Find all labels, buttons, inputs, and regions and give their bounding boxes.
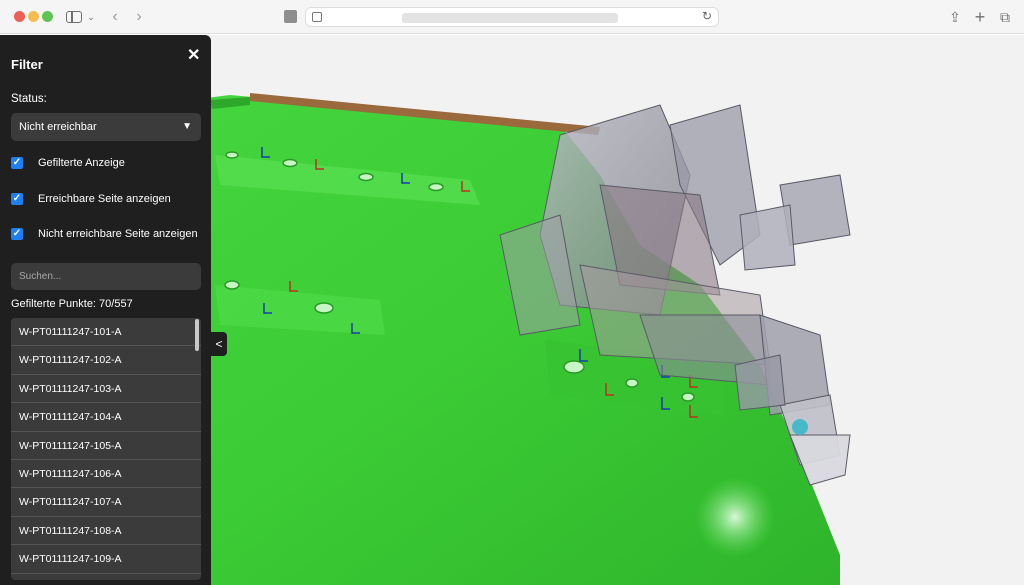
list-item[interactable]: W-PT01111247-108-A [11, 517, 201, 546]
reader-mode-icon[interactable] [284, 10, 297, 23]
checkbox-label: Gefilterte Anzeige [38, 157, 125, 169]
share-icon[interactable]: ⇪ [948, 8, 962, 26]
new-tab-icon[interactable]: + [973, 8, 987, 26]
list-item[interactable]: W-PT01111247-107-A [11, 488, 201, 517]
checkbox-checked-icon[interactable]: ✓ [11, 228, 23, 240]
chevron-down-icon[interactable]: ⌄ [86, 8, 96, 26]
dropdown-arrow-icon: ▼ [182, 121, 192, 132]
list-item[interactable]: W-PT01111247-109-A [11, 545, 201, 574]
list-item[interactable]: W-PT01111247-103-A [11, 375, 201, 404]
checkbox-checked-icon[interactable]: ✓ [11, 157, 23, 169]
filtered-points-count: Gefilterte Punkte: 70/557 [11, 298, 133, 310]
address-bar[interactable]: ↻ [305, 7, 719, 27]
status-label: Status: [11, 93, 47, 105]
status-select[interactable]: Nicht erreichbar ▼ [11, 113, 201, 141]
reload-icon[interactable]: ↻ [702, 9, 712, 23]
list-item[interactable]: W-PT01111247-101-A [11, 318, 201, 347]
points-list[interactable]: W-PT01111247-101-A W-PT01111247-102-A W-… [11, 318, 201, 580]
filter-panel: Filter ✕ Status: Nicht erreichbar ▼ ✓ Ge… [0, 35, 227, 585]
checkbox-checked-icon[interactable]: ✓ [11, 193, 23, 205]
address-url-redacted [402, 13, 618, 23]
checkbox-label: Erreichbare Seite anzeigen [38, 193, 171, 205]
sidebar-toggle-icon[interactable] [66, 11, 82, 23]
forward-arrow-icon[interactable]: › [132, 8, 146, 26]
list-item[interactable]: W-PT01111247-104-A [11, 403, 201, 432]
search-input[interactable]: Suchen... [11, 263, 201, 290]
status-select-value: Nicht erreichbar [19, 121, 97, 133]
list-item[interactable]: W-PT01111247-102-A [11, 346, 201, 375]
close-window-button[interactable] [14, 11, 25, 22]
browser-toolbar: ⌄ ‹ › ↻ ⇪ + ⧉ [0, 0, 1024, 34]
highlight-spot [695, 477, 775, 557]
list-item[interactable]: W-PT01111247-105-A [11, 432, 201, 460]
tab-overview-icon[interactable]: ⧉ [998, 8, 1012, 26]
close-button[interactable]: ✕ [187, 45, 200, 65]
collapse-panel-button[interactable]: < [211, 332, 227, 356]
checkbox-label: Nicht erreichbare Seite anzeigen [38, 228, 198, 240]
list-scrollbar[interactable] [195, 319, 199, 351]
minimize-window-button[interactable] [28, 11, 39, 22]
page-icon [312, 12, 322, 22]
panel-title: Filter [11, 57, 43, 72]
back-arrow-icon[interactable]: ‹ [108, 8, 122, 26]
list-item[interactable]: W-PT01111247-106-A [11, 460, 201, 489]
fixture-cyan-part [792, 419, 808, 435]
maximize-window-button[interactable] [42, 11, 53, 22]
